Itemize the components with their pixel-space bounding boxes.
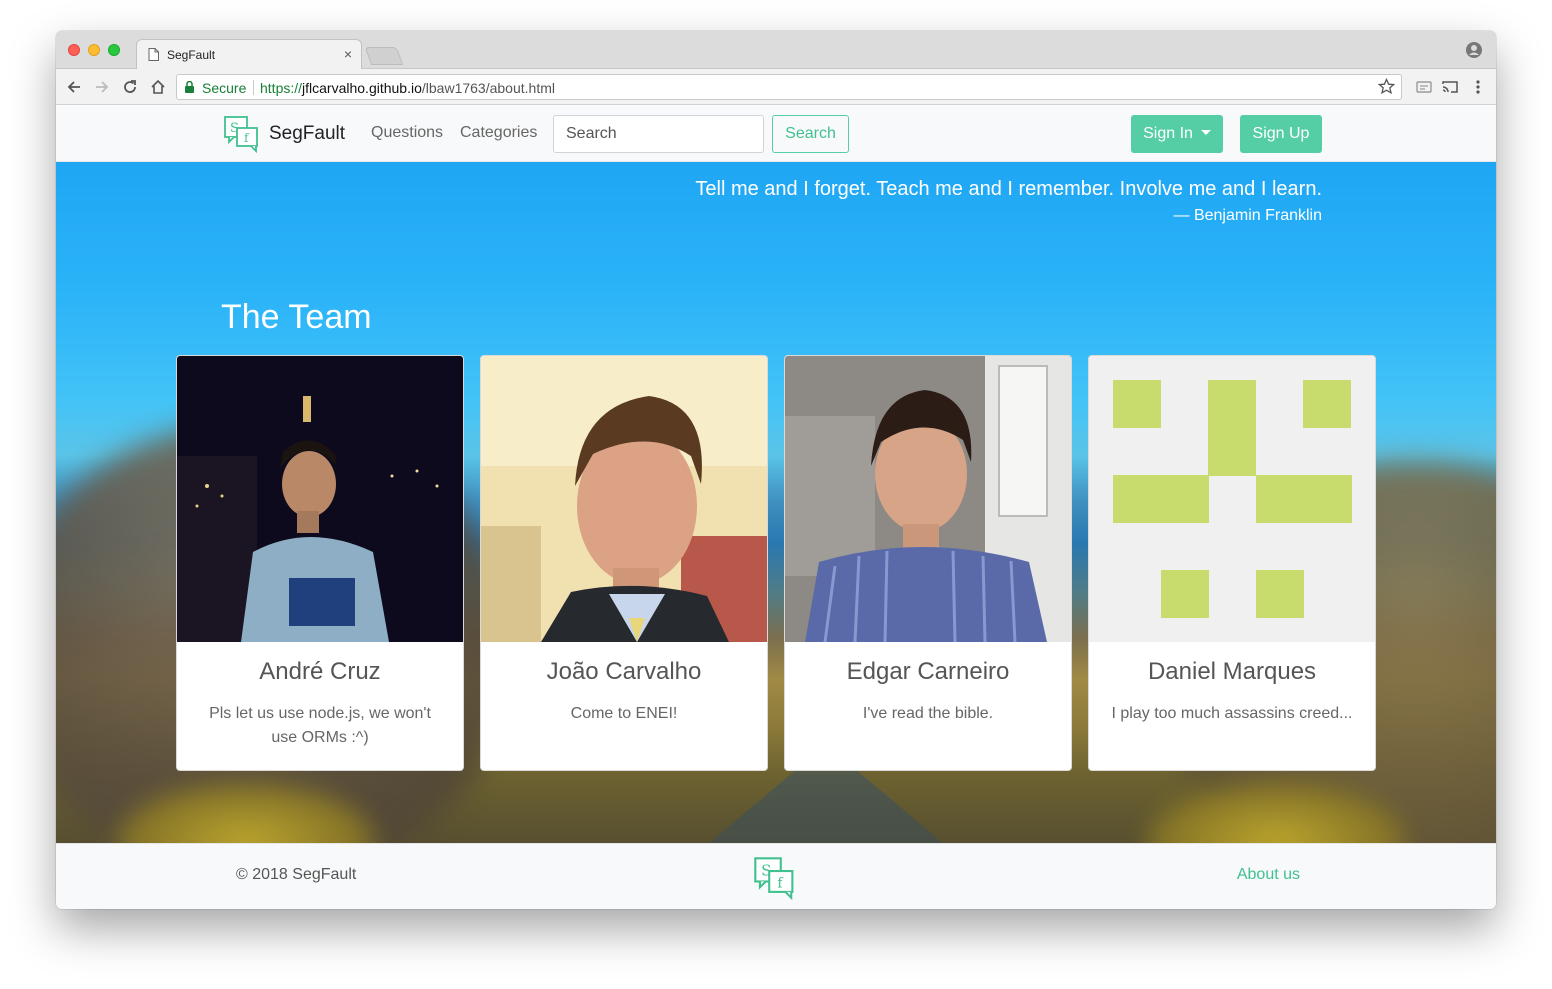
close-window-button[interactable] bbox=[68, 44, 80, 56]
search-input[interactable] bbox=[553, 115, 764, 153]
svg-text:S: S bbox=[761, 862, 771, 880]
team-card: André Cruz Pls let us use node.js, we wo… bbox=[176, 355, 464, 771]
menu-dots-icon[interactable] bbox=[1468, 77, 1488, 97]
team-card: João Carvalho Come to ENEI! bbox=[480, 355, 768, 771]
team-card: Edgar Carneiro I've read the bible. bbox=[784, 355, 1072, 771]
forward-arrow-icon[interactable] bbox=[92, 77, 112, 97]
member-name: André Cruz bbox=[259, 658, 381, 685]
reload-icon[interactable] bbox=[120, 77, 140, 97]
brand-name: SegFault bbox=[269, 123, 346, 144]
browser-window: SegFault × Secure https://jflcarvalho.gi… bbox=[56, 31, 1496, 909]
page-viewport: S f SegFault Questions Categories Search… bbox=[56, 106, 1496, 909]
lock-icon bbox=[185, 81, 194, 93]
back-arrow-icon[interactable] bbox=[64, 77, 84, 97]
url-host: jflcarvalho.github.io bbox=[302, 80, 422, 96]
title-bar: SegFault × bbox=[56, 31, 1496, 69]
nav-link-categories[interactable]: Categories bbox=[460, 124, 537, 142]
quote-author: — Benjamin Franklin bbox=[1173, 207, 1323, 224]
site-navbar: S f SegFault Questions Categories Search… bbox=[56, 106, 1496, 162]
address-divider bbox=[253, 80, 254, 95]
member-bio: I've read the bible. bbox=[862, 705, 994, 722]
new-tab-button[interactable] bbox=[364, 47, 404, 65]
about-us-link[interactable]: About us bbox=[1237, 866, 1300, 884]
svg-text:f: f bbox=[777, 875, 783, 891]
segfault-logo-icon: S f bbox=[224, 116, 258, 153]
browser-toolbar: Secure https://jflcarvalho.github.io/lba… bbox=[56, 69, 1496, 105]
tab-title: SegFault bbox=[167, 48, 216, 62]
tab-close-icon[interactable]: × bbox=[344, 46, 352, 62]
sign-in-dropdown-button[interactable]: Sign In bbox=[1131, 115, 1223, 153]
member-identicon bbox=[1089, 356, 1375, 642]
member-bio: I play too much assassins creed... bbox=[1111, 705, 1353, 722]
bookmark-star-icon[interactable] bbox=[1378, 78, 1395, 95]
member-photo bbox=[481, 356, 767, 642]
member-name: João Carvalho bbox=[546, 658, 702, 685]
member-name: Edgar Carneiro bbox=[846, 658, 1010, 685]
url-text: https://jflcarvalho.github.io/lbaw1763/a… bbox=[260, 80, 555, 96]
member-name: Daniel Marques bbox=[1147, 658, 1317, 685]
url-scheme: https:// bbox=[260, 80, 303, 96]
profile-icon[interactable] bbox=[1466, 42, 1482, 58]
team-heading: The Team bbox=[221, 298, 372, 336]
url-path: /lbaw1763/about.html bbox=[421, 80, 555, 96]
search-button[interactable]: Search bbox=[772, 115, 849, 153]
extension-icon[interactable] bbox=[1414, 77, 1434, 97]
hero-section: Tell me and I forget. Teach me and I rem… bbox=[56, 162, 1496, 909]
secure-label: Secure bbox=[202, 80, 247, 96]
copyright-text: © 2018 SegFault bbox=[236, 866, 357, 883]
page-icon bbox=[148, 48, 159, 61]
member-bio: Come to ENEI! bbox=[570, 705, 678, 722]
site-footer: © 2018 SegFault S f About us bbox=[56, 843, 1496, 909]
team-card: Daniel Marques I play too much assassins… bbox=[1088, 355, 1376, 771]
brand-link[interactable]: S f SegFault bbox=[223, 115, 345, 153]
browser-tab[interactable]: SegFault × bbox=[136, 39, 362, 69]
address-bar[interactable]: Secure https://jflcarvalho.github.io/lba… bbox=[176, 74, 1402, 100]
sign-in-label: Sign In bbox=[1143, 125, 1193, 142]
nav-link-questions[interactable]: Questions bbox=[371, 124, 443, 142]
segfault-logo-icon: S f bbox=[754, 857, 794, 900]
maximize-window-button[interactable] bbox=[108, 44, 120, 56]
cast-icon[interactable] bbox=[1440, 77, 1460, 97]
quote-text: Tell me and I forget. Teach me and I rem… bbox=[695, 178, 1322, 200]
caret-down-icon bbox=[1200, 130, 1211, 135]
quote-block: Tell me and I forget. Teach me and I rem… bbox=[695, 176, 1322, 230]
svg-text:S: S bbox=[230, 121, 239, 136]
home-icon[interactable] bbox=[148, 77, 168, 97]
member-bio: Pls let us use node.js, we won't use ORM… bbox=[209, 705, 431, 746]
sign-up-button[interactable]: Sign Up bbox=[1240, 115, 1322, 153]
member-photo bbox=[177, 356, 463, 642]
member-photo bbox=[785, 356, 1071, 642]
minimize-window-button[interactable] bbox=[88, 44, 100, 56]
